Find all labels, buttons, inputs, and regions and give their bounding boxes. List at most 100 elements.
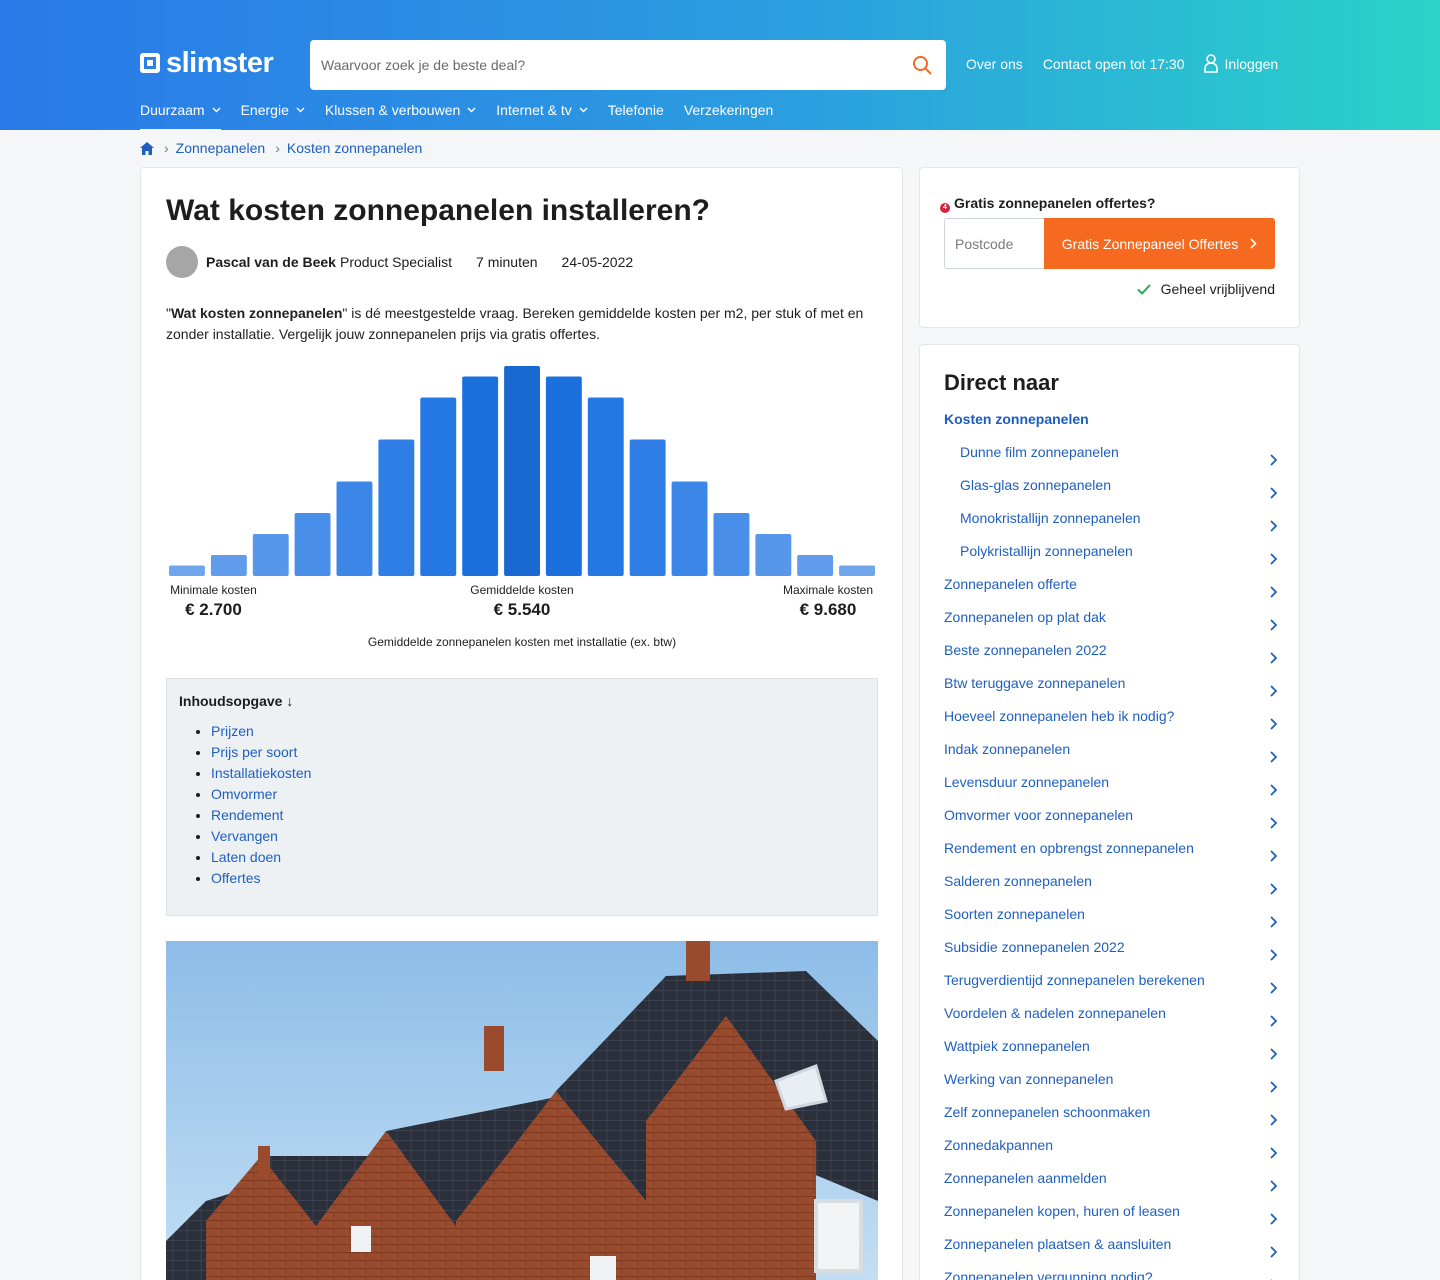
nav-item-label: Verzekeringen <box>683 102 774 118</box>
chart-bar <box>462 376 499 576</box>
toc-item-omvormer[interactable]: Omvormer <box>211 784 311 805</box>
direct-nav-item[interactable]: Salderen zonnepanelen <box>944 871 1277 904</box>
chevron-right-icon <box>1270 1081 1277 1093</box>
postcode-input[interactable] <box>944 218 1046 269</box>
direct-nav-item[interactable]: Rendement en opbrengst zonnepanelen <box>944 838 1277 871</box>
direct-nav-item[interactable]: Zonnepanelen op plat dak <box>944 607 1277 640</box>
breadcrumb-kosten[interactable]: Kosten zonnepanelen <box>287 140 422 156</box>
direct-nav-item-label: Btw teruggave zonnepanelen <box>944 675 1126 691</box>
direct-nav-item-label: Wattpiek zonnepanelen <box>944 1038 1090 1054</box>
direct-nav-item-label: Zonnepanelen plaatsen & aansluiten <box>944 1236 1172 1252</box>
contact-link[interactable]: Contact open tot 17:30 <box>1043 56 1185 72</box>
max-cost-caption: Maximale kosten <box>782 583 874 597</box>
top-links: Over ons Contact open tot 17:30 Inloggen <box>966 54 1298 73</box>
search-input[interactable] <box>310 40 890 90</box>
breadcrumb-zonnepanelen[interactable]: Zonnepanelen <box>176 140 266 156</box>
nav-item-klussen-verbouwen[interactable]: Klussen & verbouwen <box>325 100 476 120</box>
direct-nav-item[interactable]: Btw teruggave zonnepanelen <box>944 673 1277 706</box>
breadcrumb-separator-icon: › <box>164 140 169 156</box>
min-cost-value: € 2.700 <box>185 600 242 619</box>
toc-item-laten-doen[interactable]: Laten doen <box>211 847 311 868</box>
chevron-right-icon <box>1270 718 1277 730</box>
toc-item-offertes[interactable]: Offertes <box>211 868 311 889</box>
author-name[interactable]: Pascal van de Beek <box>206 254 336 270</box>
direct-nav-item[interactable]: Kosten zonnepanelen <box>944 409 1277 442</box>
direct-nav-item[interactable]: Glas-glas zonnepanelen <box>944 475 1277 508</box>
nav-item-label: Telefonie <box>607 102 664 118</box>
chevron-right-icon <box>1270 1114 1277 1126</box>
direct-nav-item[interactable]: Zonnepanelen kopen, huren of leasen <box>944 1201 1277 1234</box>
nav-item-label: Energie <box>240 102 289 118</box>
chevron-right-icon <box>1270 1213 1277 1225</box>
chevron-right-icon <box>1270 652 1277 664</box>
direct-nav-item[interactable]: Levensduur zonnepanelen <box>944 772 1277 805</box>
chevron-right-icon <box>1270 850 1277 862</box>
direct-nav-item[interactable]: Zonnepanelen vergunning nodig? <box>944 1267 1277 1280</box>
notification-badge: 4 <box>940 203 950 213</box>
page-title: Wat kosten zonnepanelen installeren? <box>166 194 710 227</box>
home-icon[interactable] <box>140 141 154 155</box>
direct-nav-item[interactable]: Voordelen & nadelen zonnepanelen <box>944 1003 1277 1036</box>
chart-bar <box>797 555 834 576</box>
direct-nav-item[interactable]: Zonnepanelen offerte <box>944 574 1277 607</box>
direct-nav-item-label: Soorten zonnepanelen <box>944 906 1085 922</box>
chart-labels: Minimale kosten € 2.700 Gemiddelde koste… <box>166 583 878 623</box>
toc-item-rendement[interactable]: Rendement <box>211 805 311 826</box>
nav-item-duurzaam[interactable]: Duurzaam <box>140 100 221 131</box>
direct-nav-item[interactable]: Zonnepanelen plaatsen & aansluiten <box>944 1234 1277 1267</box>
search-icon[interactable] <box>912 55 932 75</box>
slimster-logo[interactable]: slimster <box>140 46 274 80</box>
direct-nav-item[interactable]: Monokristallijn zonnepanelen <box>944 508 1277 541</box>
direct-nav-item[interactable]: Soorten zonnepanelen <box>944 904 1277 937</box>
chart-bar <box>839 565 875 576</box>
about-link[interactable]: Over ons <box>966 56 1023 72</box>
chevron-right-icon <box>1270 685 1277 697</box>
direct-nav-item[interactable]: Subsidie zonnepanelen 2022 <box>944 937 1277 970</box>
breadcrumb-separator-icon: › <box>275 140 280 156</box>
toc-item-prijs-per-soort[interactable]: Prijs per soort <box>211 742 311 763</box>
direct-nav-item[interactable]: Werking van zonnepanelen <box>944 1069 1277 1102</box>
get-quotes-button[interactable]: Gratis Zonnepaneel Offertes <box>1044 218 1275 269</box>
direct-nav-item[interactable]: Omvormer voor zonnepanelen <box>944 805 1277 838</box>
chart-bar <box>755 534 792 576</box>
nav-item-internet-tv[interactable]: Internet & tv <box>496 100 588 120</box>
direct-nav-item-label: Hoeveel zonnepanelen heb ik nodig? <box>944 708 1175 724</box>
direct-nav-item[interactable]: Polykristallijn zonnepanelen <box>944 541 1277 574</box>
nav-item-energie[interactable]: Energie <box>241 100 305 120</box>
nav-item-verzekeringen[interactable]: Verzekeringen <box>684 100 774 120</box>
min-cost-label: Minimale kosten € 2.700 <box>166 583 261 620</box>
toc-title[interactable]: Inhoudsopgave ↓ <box>179 693 293 709</box>
chevron-right-icon <box>1270 520 1277 532</box>
direct-nav-item[interactable]: Dunne film zonnepanelen <box>944 442 1277 475</box>
chart-bar <box>294 513 331 576</box>
direct-nav-item[interactable]: Zelf zonnepanelen schoonmaken <box>944 1102 1277 1135</box>
direct-nav-item-label: Zelf zonnepanelen schoonmaken <box>944 1104 1151 1120</box>
chevron-right-icon <box>1270 817 1277 829</box>
toc-item-installatiekosten[interactable]: Installatiekosten <box>211 763 311 784</box>
toc-item-prijzen[interactable]: Prijzen <box>211 721 311 742</box>
toc-item-vervangen[interactable]: Vervangen <box>211 826 311 847</box>
chevron-down-icon <box>212 107 221 113</box>
direct-nav-item[interactable]: Beste zonnepanelen 2022 <box>944 640 1277 673</box>
direct-nav-item[interactable]: Indak zonnepanelen <box>944 739 1277 772</box>
nav-item-telefonie[interactable]: Telefonie <box>608 100 664 120</box>
direct-nav-item[interactable]: Zonnedakpannen <box>944 1135 1277 1168</box>
chart-caption: Gemiddelde zonnepanelen kosten met insta… <box>367 635 677 649</box>
direct-nav-item-label: Salderen zonnepanelen <box>944 873 1092 889</box>
direct-nav-item[interactable]: Hoeveel zonnepanelen heb ik nodig? <box>944 706 1277 739</box>
chart-bar <box>504 366 540 576</box>
direct-nav-item-label: Beste zonnepanelen 2022 <box>944 642 1107 658</box>
direct-nav-item[interactable]: Zonnepanelen aanmelden <box>944 1168 1277 1201</box>
direct-nav-item[interactable]: Wattpiek zonnepanelen <box>944 1036 1277 1069</box>
chart-bar <box>336 481 373 576</box>
chevron-down-icon <box>296 107 305 113</box>
direct-nav-item[interactable]: Terugverdientijd zonnepanelen berekenen <box>944 970 1277 1003</box>
chart-bar <box>378 439 415 576</box>
direct-nav-item-label: Polykristallijn zonnepanelen <box>960 543 1133 559</box>
chevron-right-icon <box>1270 883 1277 895</box>
login-link[interactable]: Inloggen <box>1204 54 1298 73</box>
logo-text: slimster <box>166 46 274 79</box>
avatar <box>166 246 198 278</box>
avg-cost-label: Gemiddelde kosten € 5.540 <box>442 583 602 620</box>
chevron-right-icon <box>1270 1246 1277 1258</box>
